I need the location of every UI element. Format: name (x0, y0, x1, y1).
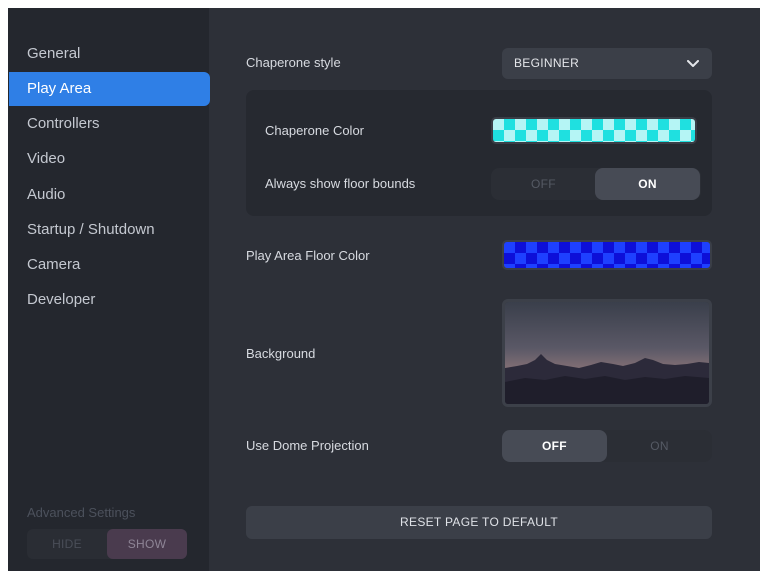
floor-bounds-off-option[interactable]: OFF (491, 168, 596, 200)
floor-bounds-label: Always show floor bounds (265, 176, 416, 191)
chaperone-style-value: BEGINNER (514, 56, 580, 70)
sidebar-item-audio[interactable]: Audio (9, 178, 210, 212)
sidebar-item-play-area[interactable]: Play Area (9, 72, 210, 106)
advanced-show-button[interactable]: SHOW (107, 529, 187, 559)
sidebar-item-video[interactable]: Video (9, 142, 210, 176)
floor-bounds-on-option[interactable]: ON (595, 168, 700, 200)
sidebar-item-startup-shutdown[interactable]: Startup / Shutdown (9, 213, 210, 247)
mountain-sunset-image (505, 302, 709, 404)
background-label: Background (246, 346, 316, 361)
play-area-settings: Chaperone style BEGINNER Chaperone Color… (209, 8, 760, 571)
sidebar-item-controllers[interactable]: Controllers (9, 107, 210, 141)
reset-page-button[interactable]: RESET PAGE TO DEFAULT (246, 506, 712, 539)
sidebar-item-developer[interactable]: Developer (9, 283, 210, 317)
dome-projection-toggle: OFF ON (502, 430, 712, 462)
sidebar: General Play Area Controllers Video Audi… (8, 8, 210, 571)
floor-color-swatch[interactable] (502, 240, 712, 270)
floor-bounds-toggle: OFF ON (491, 168, 701, 200)
floor-color-label: Play Area Floor Color (246, 248, 370, 263)
dome-projection-on-option[interactable]: ON (607, 430, 712, 462)
chaperone-style-label: Chaperone style (246, 55, 341, 70)
advanced-settings-label: Advanced Settings (27, 505, 136, 520)
background-preview[interactable] (502, 299, 712, 407)
settings-window: General Play Area Controllers Video Audi… (8, 8, 760, 571)
chaperone-style-dropdown[interactable]: BEGINNER (502, 48, 712, 79)
chaperone-color-swatch[interactable] (491, 117, 697, 144)
chevron-down-icon (686, 48, 700, 79)
chaperone-color-label: Chaperone Color (265, 123, 365, 138)
advanced-hide-button[interactable]: HIDE (27, 529, 107, 559)
dome-projection-label: Use Dome Projection (246, 438, 369, 453)
sidebar-item-general[interactable]: General (9, 37, 210, 71)
advanced-settings-toggle: HIDE SHOW (27, 529, 187, 559)
sidebar-item-camera[interactable]: Camera (9, 248, 210, 282)
dome-projection-off-option[interactable]: OFF (502, 430, 607, 462)
